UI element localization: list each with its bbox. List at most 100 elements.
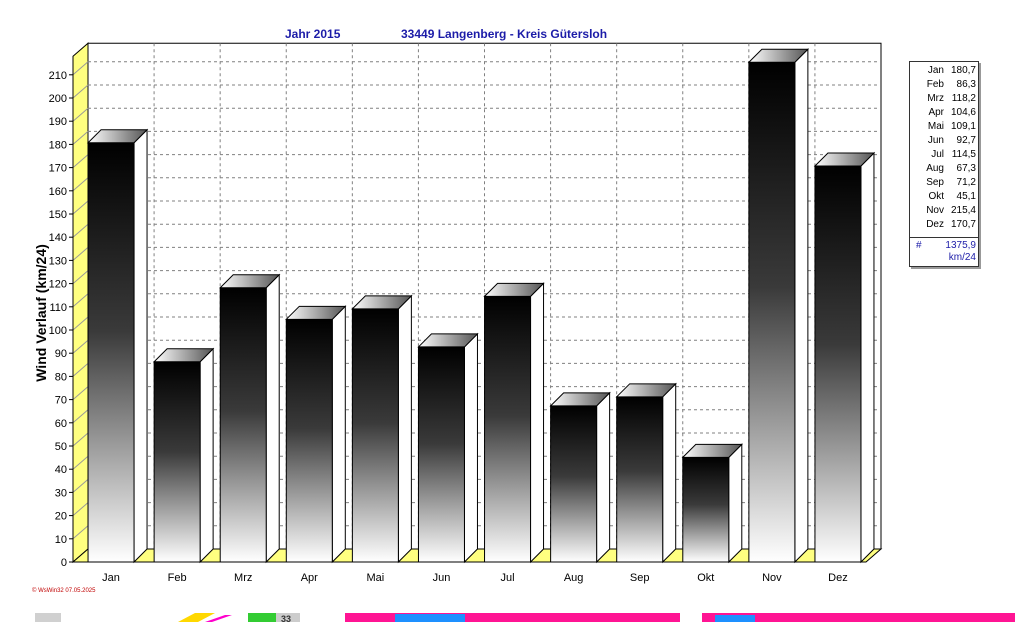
strip-partial-text: 33 [281,614,291,622]
y-tick-label: 40 [55,464,67,476]
y-tick-label: 130 [49,255,67,267]
legend-month: Jan [927,65,944,76]
x-tick-label: Mrz [234,572,252,584]
legend-divider [910,237,978,238]
legend-month: Jun [927,135,944,146]
x-tick-label: Apr [301,572,318,584]
bar-mrz [219,273,281,564]
x-tick-label: Jul [501,572,515,584]
bar-jun [417,332,479,564]
bar-mai [351,294,413,564]
bar-front [153,361,201,563]
y-tick-label: 80 [55,371,67,383]
bar-side [662,382,677,564]
y-tick-label: 0 [61,557,67,569]
legend-row: Feb 86,3 [910,78,978,92]
legend-row: Apr 104,6 [910,106,978,120]
location-title: 33449 Langenberg - Kreis Gütersloh [401,27,608,41]
y-tick-label: 200 [49,93,67,105]
legend-row: Mrz 118,2 [910,92,978,106]
bar-okt [681,443,743,564]
bar-jul [483,282,545,564]
bar-front [417,346,465,563]
legend-row: Sep 71,2 [910,176,978,190]
x-tick-label: Sep [630,572,650,584]
x-tick-label: Okt [697,572,714,584]
legend-row: Aug 67,3 [910,162,978,176]
bar-jan [86,128,149,564]
legend-value: 109,1 [950,121,976,132]
y-tick-label: 100 [49,325,67,337]
y-tick-label: 30 [55,487,67,499]
legend-value: 71,2 [956,177,976,188]
wind-chart: 0 10 20 30 40 50 60 70 80 90 100 110 120 130 140 150 160… [33,42,883,584]
legend-row: Jun 92,7 [910,134,978,148]
bar-side [728,443,743,564]
legend-value: 170,7 [950,219,976,230]
y-tick-label: 140 [49,232,67,244]
y-tick-label: 120 [49,279,67,291]
bar-aug [549,391,611,564]
legend-total-unit: km/24 [948,252,976,263]
bar-front [682,456,730,563]
x-tick-label: Nov [762,572,782,584]
legend-value: 86,3 [956,79,976,90]
legend-value: 114,5 [951,149,976,160]
left-wall [72,42,89,564]
bar-side [596,391,611,564]
bar-side [199,347,214,564]
legend-month: Aug [926,163,944,174]
y-tick-label: 160 [49,186,67,198]
legend: Jan 180,7 Feb 86,3 Mrz 118,2 Apr 104,6 Mai 109,1 J… [909,61,979,267]
y-tick-label: 50 [55,441,67,453]
legend-row: Okt 45,1 [910,190,978,204]
legend-month: Okt [928,191,944,202]
legend-value: 92,7 [956,135,976,146]
y-tick-label: 20 [55,511,67,523]
y-tick-label: 90 [55,348,67,360]
bar-apr [285,305,347,564]
legend-month: Apr [928,107,944,118]
bar-front [550,405,598,563]
legend-row: Dez 170,7 [910,218,978,232]
copyright-stamp: © WsWin32 07.05.2025 [32,588,96,594]
bar-front [87,142,135,563]
bar-front [484,295,532,563]
legend-row: Nov 215,4 [910,204,978,218]
bar-front [616,396,664,563]
bar-front [285,318,333,563]
x-tick-label: Dez [828,572,848,584]
bar-side [463,332,478,564]
bar-front [814,165,862,563]
legend-value: 180,7 [950,65,976,76]
x-tick-label: Jan [102,572,120,584]
x-tick-label: Aug [564,572,584,584]
y-tick-label: 170 [49,163,67,175]
x-axis-labels: Jan Feb Mrz Apr Mai Jun Jul Aug Sep Okt Nov Dez [102,572,848,584]
bar-side [331,305,346,564]
bar-sep [615,382,677,564]
legend-row: Mai 109,1 [910,120,978,134]
bar-feb [152,347,215,564]
bar-side [397,294,412,564]
year-title: Jahr 2015 [285,27,341,41]
bottom-decoration-strip: 33 [0,611,1015,622]
x-tick-label: Mai [367,572,385,584]
legend-value: 67,3 [956,163,976,174]
y-tick-label: 70 [55,395,67,407]
bar-front [748,61,796,563]
y-tick-label: 60 [55,418,67,430]
bar-side [794,48,809,564]
legend-month: Mrz [927,93,944,104]
legend-total-symbol: # [916,240,922,251]
legend-month: Feb [926,79,944,90]
legend-month: Nov [926,205,944,216]
bar-side [860,151,875,564]
y-tick-label: 110 [49,302,67,314]
legend-month: Dez [926,219,944,230]
legend-row: Jul 114,5 [910,148,978,162]
legend-value: 118,2 [951,93,976,104]
y-axis-label: Wind Verlauf (km/24) [33,244,49,382]
y-tick-label: 150 [49,209,67,221]
legend-value: 45,1 [956,191,976,202]
